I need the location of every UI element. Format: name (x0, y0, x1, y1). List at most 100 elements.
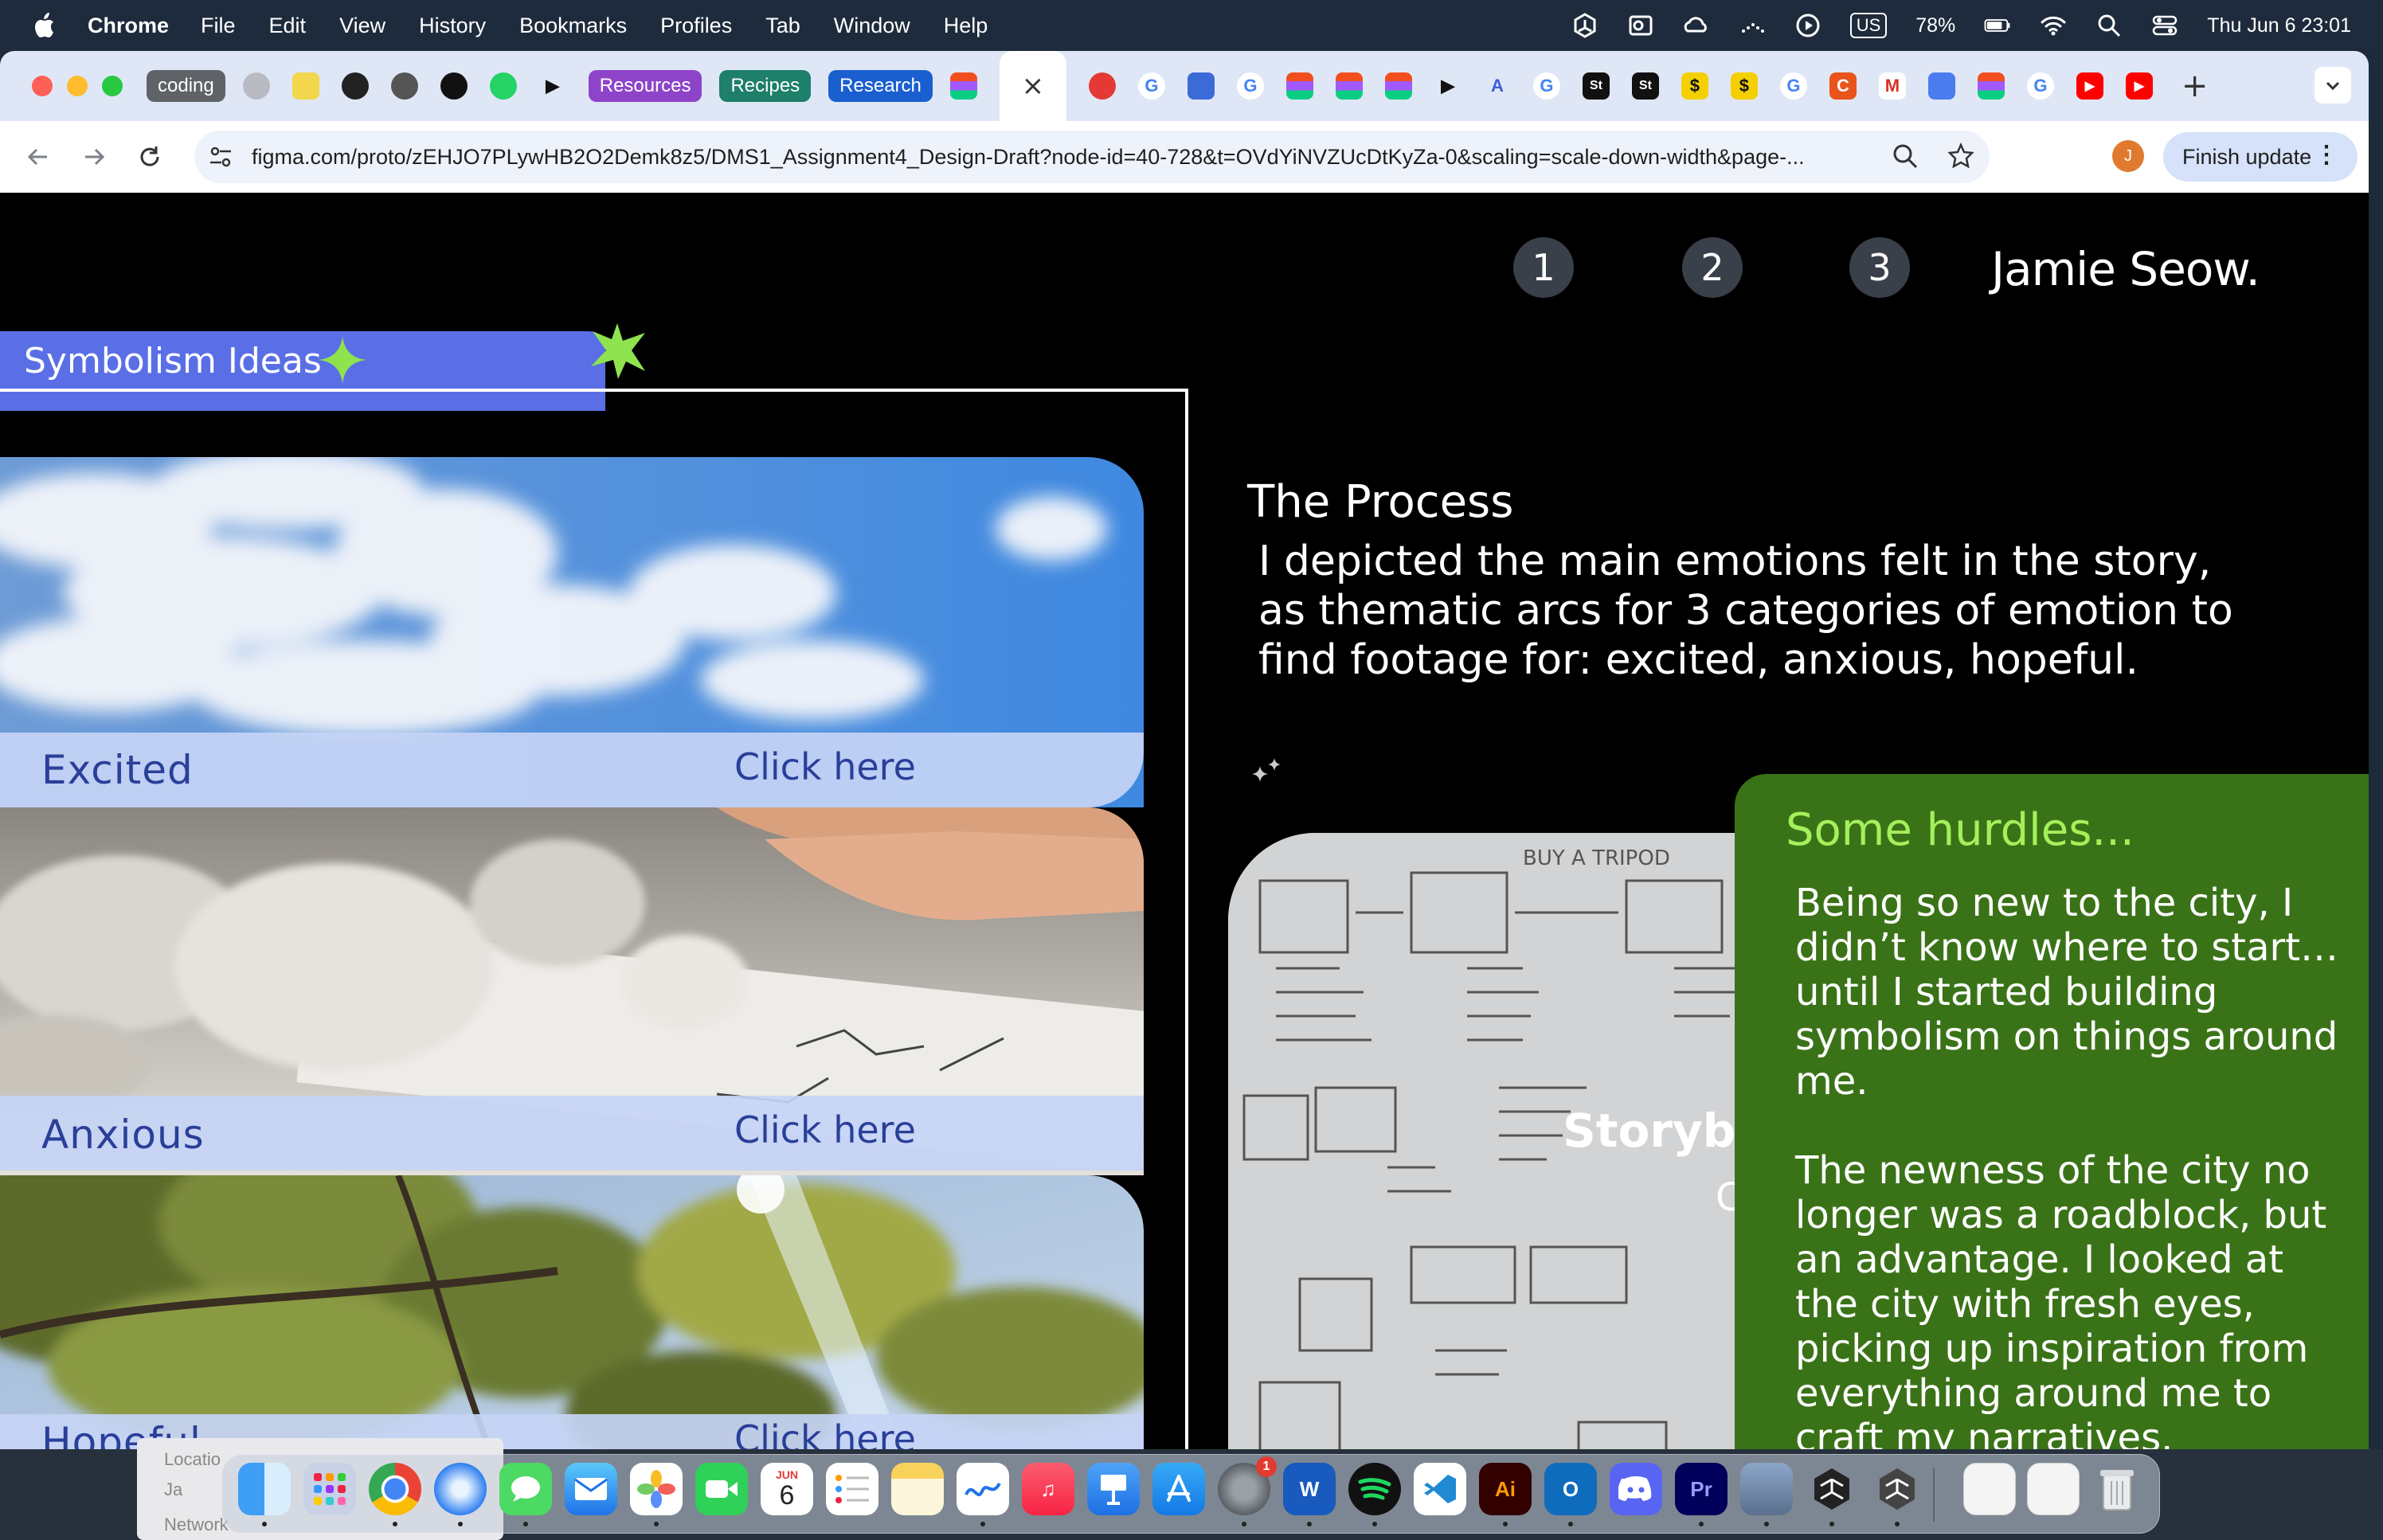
zoom-icon[interactable] (1891, 142, 1919, 170)
reload-button[interactable] (132, 139, 167, 174)
st-tab-icon[interactable]: St (1631, 72, 1659, 100)
figma-tab-icon[interactable] (1335, 72, 1363, 100)
tab-group-research[interactable]: Research (828, 70, 933, 102)
menubar-clock[interactable]: Thu Jun 6 23:01 (2207, 14, 2351, 37)
calendar-icon[interactable]: JUN 6 (761, 1463, 813, 1515)
finish-update-button[interactable]: Finish update ⋮ (2163, 132, 2358, 182)
gmail-tab-icon[interactable]: M (1878, 72, 1906, 100)
tab-favicon-notes[interactable] (292, 72, 319, 100)
figma-tab-icon[interactable] (949, 72, 977, 100)
google-tab-icon[interactable]: G (1779, 72, 1807, 100)
dollar-tab-icon[interactable]: $ (1681, 72, 1708, 100)
facetime-icon[interactable] (695, 1463, 748, 1515)
spotify-icon[interactable] (1348, 1463, 1401, 1515)
site-settings-icon[interactable] (207, 143, 234, 170)
menu-tab[interactable]: Tab (765, 14, 800, 38)
card-excited-link[interactable]: Click here (734, 745, 916, 788)
system-settings-icon[interactable]: 1 (1218, 1456, 1277, 1515)
barcode-tab-icon[interactable] (1187, 72, 1215, 100)
chrome-icon[interactable] (369, 1463, 421, 1515)
zoom-window-button[interactable] (102, 76, 123, 96)
youtube-tab-icon[interactable]: ▶ (2076, 72, 2103, 100)
outlook-status-icon[interactable] (1627, 12, 1654, 39)
red-tab-icon[interactable] (1088, 72, 1116, 100)
finder-icon[interactable] (238, 1463, 291, 1515)
creative-cloud-icon[interactable] (1683, 12, 1710, 39)
unity-editor-icon[interactable] (1871, 1463, 1923, 1515)
outlook-icon[interactable]: O (1544, 1463, 1597, 1515)
freeform-icon[interactable] (957, 1463, 1009, 1515)
preview-icon[interactable] (1740, 1463, 1793, 1515)
downloads-stack-icon[interactable] (2027, 1463, 2080, 1515)
tab-search-button[interactable] (2315, 67, 2351, 104)
figma-tab-icon[interactable] (1977, 72, 2005, 100)
menu-app-name[interactable]: Chrome (88, 14, 169, 38)
docs-tab-icon[interactable] (1927, 72, 1955, 100)
microsoft-word-icon[interactable]: W (1283, 1463, 1336, 1515)
nav-page-1[interactable]: 1 (1513, 237, 1574, 298)
trash-icon[interactable] (2091, 1463, 2143, 1515)
apple-logo-icon[interactable] (32, 10, 59, 41)
close-tab-icon[interactable]: × (1022, 70, 1045, 102)
st-tab-icon[interactable]: St (1582, 72, 1610, 100)
google-tab-icon[interactable]: G (1137, 72, 1165, 100)
active-tab[interactable]: × (999, 51, 1066, 121)
photos-icon[interactable] (630, 1463, 683, 1515)
notes-icon[interactable] (891, 1463, 944, 1515)
url-text[interactable]: figma.com/proto/zEHJO7PLywHB2O2Demk8z5/D… (252, 145, 1916, 170)
app-store-icon[interactable] (1152, 1463, 1205, 1515)
card-hopeful-link[interactable]: Click here (734, 1417, 916, 1449)
play-tab-icon[interactable]: ▶ (539, 72, 566, 100)
close-window-button[interactable] (32, 76, 53, 96)
keynote-icon[interactable] (1087, 1463, 1140, 1515)
menu-help[interactable]: Help (944, 14, 988, 38)
address-bar[interactable]: figma.com/proto/zEHJO7PLywHB2O2Demk8z5/D… (194, 131, 1990, 183)
site-name[interactable]: Jamie Seow. (1991, 242, 2260, 296)
google-tab-icon[interactable]: G (2026, 72, 2054, 100)
bookmark-star-icon[interactable] (1947, 142, 1975, 170)
forward-button[interactable] (76, 139, 112, 174)
google-tab-icon[interactable]: G (1532, 72, 1560, 100)
figma-tab-icon[interactable] (1384, 72, 1412, 100)
openai-tab-icon[interactable] (440, 72, 468, 100)
card-hopeful[interactable]: Hopeful Click here (0, 1175, 1144, 1449)
menu-profiles[interactable]: Profiles (660, 14, 732, 38)
play-tab-icon[interactable]: ▶ (1434, 72, 1461, 100)
font-tab-icon[interactable]: A (1484, 72, 1511, 100)
messages-icon[interactable] (499, 1463, 552, 1515)
tab-favicon-grey[interactable] (242, 72, 270, 100)
spotlight-search-icon[interactable] (2095, 12, 2123, 39)
menu-bookmarks[interactable]: Bookmarks (519, 14, 627, 38)
google-tab-icon[interactable]: G (1236, 72, 1264, 100)
back-button[interactable] (21, 139, 56, 174)
discord-icon[interactable] (1610, 1463, 1662, 1515)
safari-icon[interactable] (434, 1463, 487, 1515)
tab-group-recipes[interactable]: Recipes (719, 70, 812, 102)
activity-dots-icon[interactable] (1739, 12, 1766, 39)
card-excited[interactable]: Excited Click here (0, 457, 1144, 807)
figma-tab-icon[interactable] (1285, 72, 1313, 100)
tab-group-resources[interactable]: Resources (588, 70, 702, 102)
reminders-icon[interactable] (826, 1463, 878, 1515)
keyboard-input-indicator[interactable]: US (1849, 13, 1888, 38)
new-tab-button[interactable]: + (2181, 68, 2209, 104)
menu-window[interactable]: Window (834, 14, 910, 38)
unity-hub-icon[interactable] (1806, 1463, 1858, 1515)
menu-history[interactable]: History (419, 14, 486, 38)
globe-tab-icon[interactable] (390, 72, 418, 100)
youtube-tab-icon[interactable]: ▶ (2125, 72, 2153, 100)
kebab-menu-icon[interactable]: ⋮ (2315, 143, 2338, 167)
control-center-icon[interactable] (2151, 12, 2178, 39)
unity-status-icon[interactable] (1571, 12, 1598, 39)
menu-view[interactable]: View (339, 14, 385, 38)
tab-group-coding[interactable]: coding (147, 70, 225, 102)
illustrator-icon[interactable]: Ai (1479, 1463, 1532, 1515)
whatsapp-tab-icon[interactable] (489, 72, 517, 100)
wifi-icon[interactable] (2040, 12, 2067, 39)
launchpad-icon[interactable] (303, 1463, 356, 1515)
menu-edit[interactable]: Edit (269, 14, 307, 38)
c-tab-icon[interactable]: C (1829, 72, 1857, 100)
dollar-tab-icon[interactable]: $ (1730, 72, 1758, 100)
music-icon[interactable]: ♫ (1022, 1463, 1074, 1515)
recent-document-icon[interactable] (1963, 1463, 2016, 1515)
